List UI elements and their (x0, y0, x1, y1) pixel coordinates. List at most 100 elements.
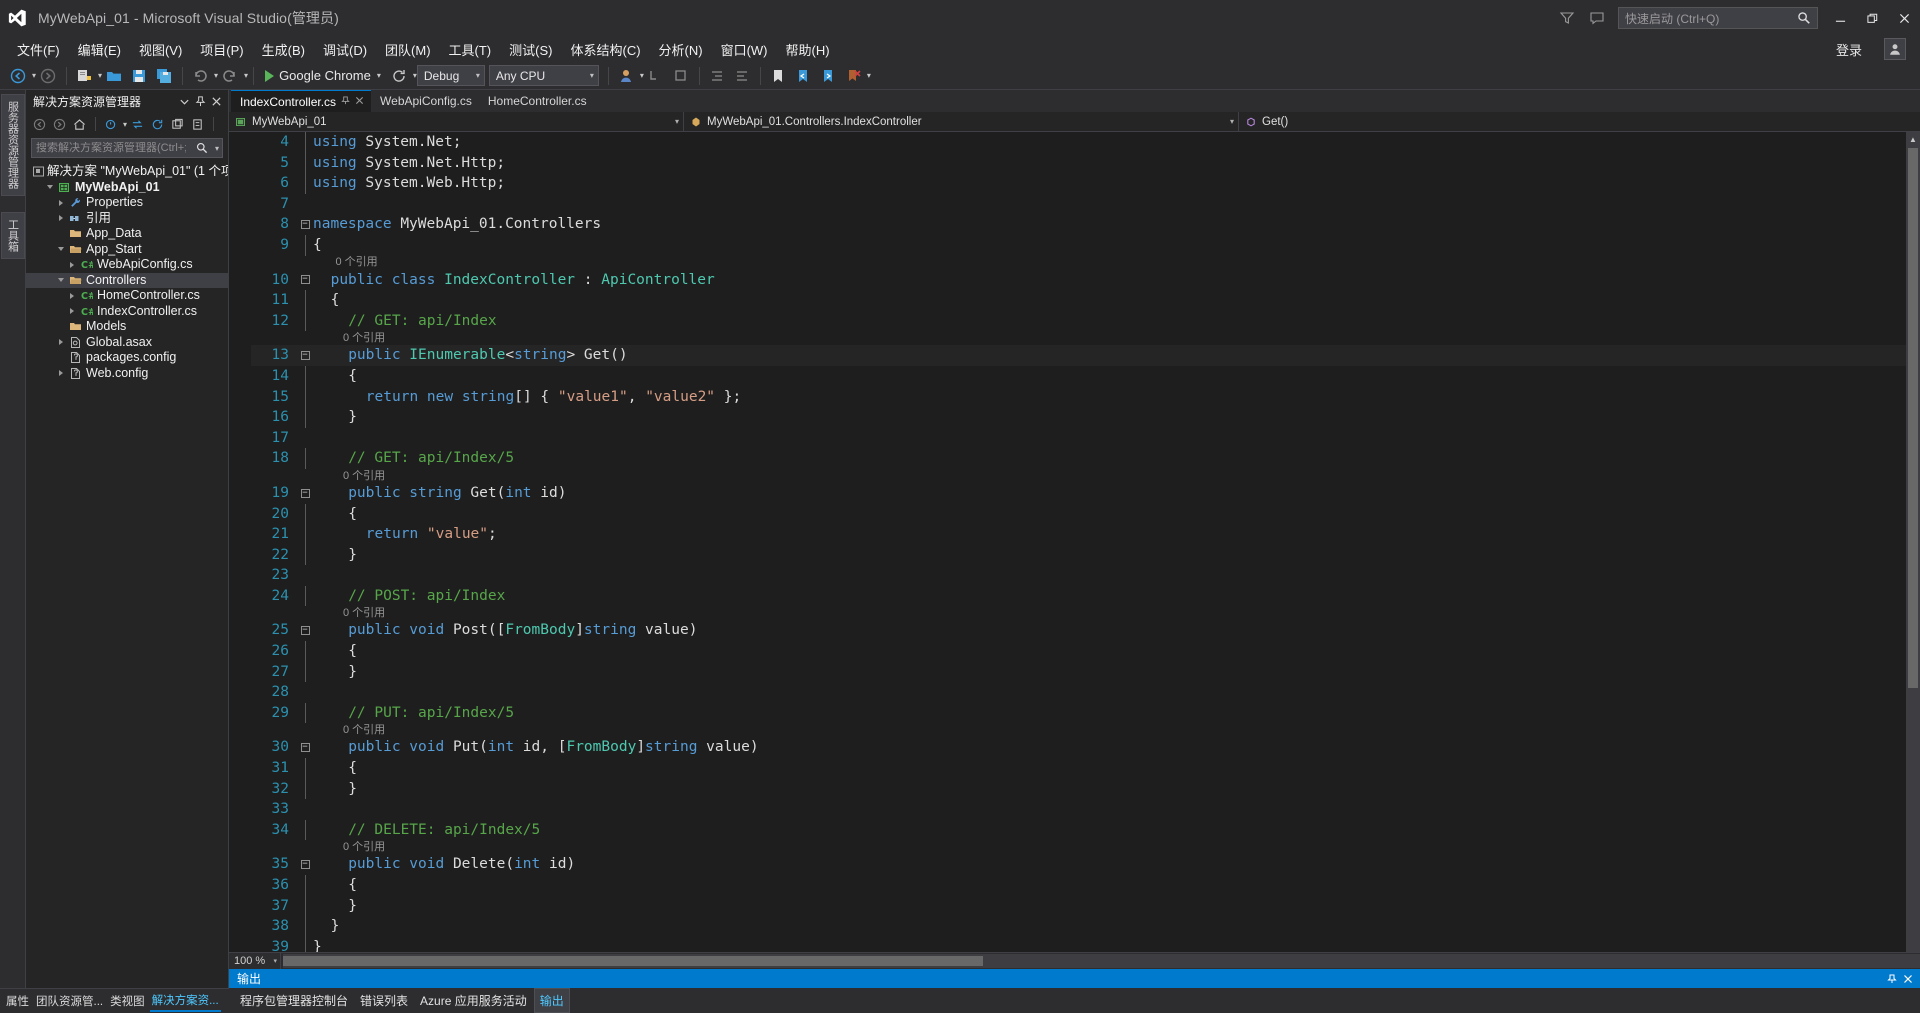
code-line[interactable]: 11 { (251, 290, 1906, 311)
editor-horizontal-scrollbar[interactable] (283, 954, 1920, 968)
fold-collapse-icon[interactable]: − (297, 488, 313, 498)
expand-arrow-icon[interactable] (54, 211, 67, 226)
vertical-tab-0[interactable]: 服务器资源管理器 (0, 94, 25, 196)
output-tab-3[interactable]: 输出 (533, 988, 570, 1013)
expand-arrow-icon[interactable] (65, 304, 78, 319)
chevron-down-icon[interactable] (176, 93, 192, 109)
output-tab-1[interactable]: 错误列表 (355, 989, 413, 1012)
expand-arrow-icon[interactable] (54, 366, 67, 381)
code-line[interactable]: 13− public IEnumerable<string> Get() (251, 345, 1906, 366)
tree-item-3[interactable]: 引用 (26, 211, 228, 227)
start-debugging-button[interactable]: Google Chrome ▾ (259, 65, 387, 87)
refresh-icon[interactable] (387, 64, 411, 88)
bottom-left-tab-1[interactable]: 团队资源管... (34, 991, 105, 1011)
expand-arrow-icon[interactable] (65, 288, 78, 303)
quick-launch-input[interactable]: 快速启动 (Ctrl+Q) (1618, 7, 1818, 29)
collapse-arrow-icon[interactable] (43, 180, 56, 195)
glyph-margin[interactable] (229, 132, 251, 952)
output-tab-0[interactable]: 程序包管理器控制台 (235, 989, 353, 1012)
menu-item-11[interactable]: 窗口(W) (712, 37, 777, 62)
navigate-forward-icon[interactable] (36, 64, 60, 88)
run-caret-icon[interactable]: ▾ (377, 71, 381, 80)
fold-collapse-icon[interactable]: − (297, 351, 313, 361)
editor-tab-1[interactable]: WebApiConfig.cs (371, 90, 479, 112)
code-line[interactable]: 9{ (251, 234, 1906, 256)
configuration-combo[interactable]: Debug ▾ (416, 65, 485, 86)
tree-item-8[interactable]: C# HomeController.cs (26, 288, 228, 304)
pin-icon[interactable] (1884, 971, 1900, 987)
tree-item-12[interactable]: packages.config (26, 350, 228, 366)
code-line[interactable]: 17 (251, 428, 1906, 449)
tree-item-9[interactable]: C# IndexController.cs (26, 304, 228, 320)
code-line[interactable]: 23 (251, 565, 1906, 586)
step-into-icon[interactable] (644, 64, 668, 88)
pending-changes-icon[interactable] (102, 115, 121, 134)
redo-caret-icon[interactable]: ▾ (244, 71, 248, 80)
code-line[interactable]: 20 { (251, 503, 1906, 525)
codelens-reference[interactable]: 0 个引用 (251, 331, 1906, 345)
search-options-caret-icon[interactable]: ▾ (215, 144, 219, 153)
account-icon[interactable] (1884, 38, 1906, 60)
search-input[interactable] (36, 142, 186, 154)
redo-icon[interactable] (218, 64, 242, 88)
code-line[interactable]: 26 { (251, 641, 1906, 662)
codelens-reference[interactable]: 0 个引用 (251, 723, 1906, 737)
menu-item-5[interactable]: 调试(D) (314, 37, 376, 62)
code-line[interactable]: 24 // POST: api/Index (251, 585, 1906, 607)
tree-item-6[interactable]: C# WebApiConfig.cs (26, 257, 228, 273)
home-icon[interactable] (70, 115, 89, 134)
code-line[interactable]: 36 { (251, 875, 1906, 896)
code-text[interactable]: 4 using System.Net; 5 using System.Net.Http… (251, 132, 1906, 952)
sign-in-link[interactable]: 登录 (1836, 40, 1862, 59)
menu-item-4[interactable]: 生成(B) (253, 37, 314, 62)
tree-item-5[interactable]: App_Start (26, 242, 228, 258)
code-line[interactable]: 16} (251, 407, 1906, 428)
code-line[interactable]: 33 (251, 799, 1906, 820)
bottom-left-tab-3[interactable]: 解决方案资... (149, 990, 221, 1012)
tree-item-4[interactable]: App_Data (26, 226, 228, 242)
tree-item-13[interactable]: Web.config (26, 366, 228, 382)
menu-item-2[interactable]: 视图(V) (130, 37, 191, 62)
horizontal-scroll-thumb[interactable] (283, 956, 983, 966)
properties-icon[interactable] (188, 115, 207, 134)
bookmark-icon[interactable] (766, 64, 790, 88)
editor-tab-2[interactable]: HomeController.cs (479, 90, 594, 112)
pin-icon[interactable] (192, 93, 208, 109)
open-file-icon[interactable] (102, 64, 126, 88)
code-line[interactable]: 7 (251, 194, 1906, 215)
codelens-reference[interactable]: 0 个引用 (251, 606, 1906, 620)
codelens-reference[interactable]: 0 个引用 (251, 256, 1906, 270)
fold-collapse-icon[interactable]: − (297, 860, 313, 870)
tree-item-10[interactable]: Models (26, 319, 228, 335)
collapse-arrow-icon[interactable] (54, 273, 67, 288)
menu-item-10[interactable]: 分析(N) (650, 37, 712, 62)
code-line[interactable]: 39} (251, 936, 1906, 952)
project-dropdown[interactable]: MyWebApi_01 ▾ (229, 112, 684, 131)
undo-icon[interactable] (188, 64, 212, 88)
code-line[interactable]: 28 (251, 682, 1906, 703)
step-over-icon[interactable] (669, 64, 693, 88)
restore-button[interactable] (1856, 3, 1888, 33)
feedback-icon[interactable] (1582, 3, 1612, 33)
code-line[interactable]: 25− public void Post([FromBody]string val… (251, 620, 1906, 641)
code-line[interactable]: 5 using System.Net.Http; (251, 152, 1906, 174)
code-line[interactable]: 14 { (251, 365, 1906, 387)
close-icon[interactable] (355, 96, 364, 108)
close-icon[interactable] (1900, 971, 1916, 987)
new-project-icon[interactable] (72, 64, 96, 88)
close-button[interactable] (1888, 3, 1920, 33)
menu-item-9[interactable]: 体系结构(C) (561, 37, 649, 62)
previous-bookmark-icon[interactable] (791, 64, 815, 88)
editor-tab-0[interactable]: IndexController.cs (231, 90, 372, 112)
indent-icon[interactable] (705, 64, 729, 88)
tree-item-1[interactable]: MyWebApi_01 (26, 180, 228, 196)
fold-collapse-icon[interactable]: − (297, 626, 313, 636)
tree-item-11[interactable]: Global.asax (26, 335, 228, 351)
code-line[interactable]: 10− public class IndexController : ApiCon… (251, 270, 1906, 291)
toolbar-overflow-caret-icon[interactable]: ▾ (867, 71, 871, 80)
code-line[interactable]: 32} (251, 778, 1906, 800)
next-bookmark-icon[interactable] (816, 64, 840, 88)
bottom-left-tab-0[interactable]: 属性 (4, 991, 31, 1011)
code-line[interactable]: 15 return new string[] { "value1", "value… (251, 386, 1906, 408)
clear-bookmarks-icon[interactable] (841, 64, 865, 88)
